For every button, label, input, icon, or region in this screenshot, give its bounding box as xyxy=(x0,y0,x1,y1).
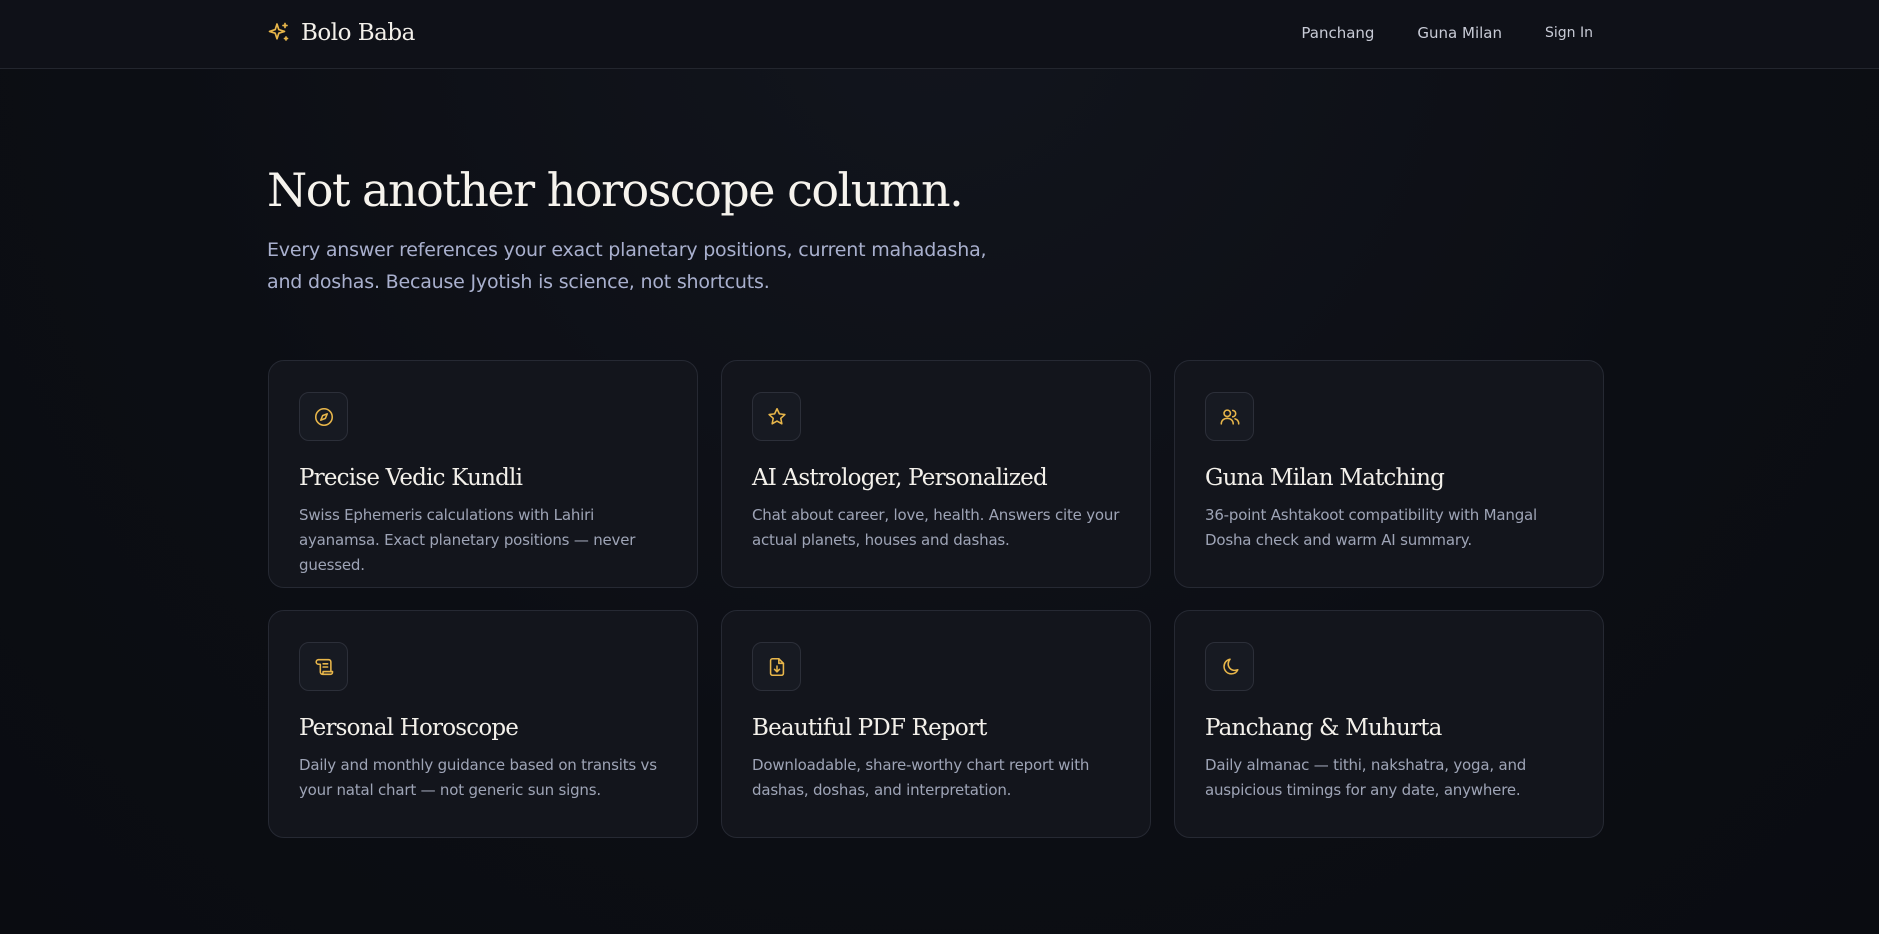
hero-subtitle: Every answer references your exact plane… xyxy=(267,239,987,293)
feature-title: Beautiful PDF Report xyxy=(752,715,987,741)
feature-description: Downloadable, share-worthy chart report … xyxy=(752,756,1090,799)
sign-in-link[interactable]: Sign In xyxy=(1545,25,1593,41)
hero-section: Not another horoscope column. Every answ… xyxy=(267,160,1067,298)
feature-card-kundli: Precise Vedic Kundli Swiss Ephemeris cal… xyxy=(268,360,698,588)
feature-icon-box xyxy=(752,642,801,691)
features-grid: Precise Vedic Kundli Swiss Ephemeris cal… xyxy=(268,360,1604,838)
feature-description: Chat about career, love, health. Answers… xyxy=(752,506,1120,549)
feature-title: Precise Vedic Kundli xyxy=(299,465,523,491)
users-icon xyxy=(1220,408,1239,425)
feature-icon-box xyxy=(752,392,801,441)
feature-icon-box xyxy=(299,642,348,691)
brand-name: Bolo Baba xyxy=(301,20,415,46)
star-icon xyxy=(767,407,786,425)
nav-guna-milan-link[interactable]: Guna Milan xyxy=(1417,24,1502,42)
moon-icon xyxy=(1222,657,1239,675)
feature-icon-box xyxy=(1205,392,1254,441)
file-download-icon xyxy=(769,657,784,676)
sparkles-icon xyxy=(267,21,291,45)
feature-title: Guna Milan Matching xyxy=(1205,465,1445,491)
feature-card-ai-astrologer: AI Astrologer, Personalized Chat about c… xyxy=(721,360,1151,588)
main-nav: Panchang Guna Milan Sign In xyxy=(1301,20,1593,46)
feature-description: Swiss Ephemeris calculations with Lahiri… xyxy=(299,506,636,574)
hero-title: Not another horoscope column. xyxy=(267,163,964,217)
feature-card-pdf-report: Beautiful PDF Report Downloadable, share… xyxy=(721,610,1151,838)
feature-title: AI Astrologer, Personalized xyxy=(752,465,1048,491)
feature-card-panchang: Panchang & Muhurta Daily almanac — tithi… xyxy=(1174,610,1604,838)
scroll-icon xyxy=(314,658,333,675)
nav-panchang-link[interactable]: Panchang xyxy=(1301,24,1374,42)
feature-title: Personal Horoscope xyxy=(299,715,519,741)
feature-description: 36-point Ashtakoot compatibility with Ma… xyxy=(1205,506,1537,549)
brand-logo[interactable]: Bolo Baba xyxy=(267,16,415,50)
feature-card-guna-milan: Guna Milan Matching 36-point Ashtakoot c… xyxy=(1174,360,1604,588)
feature-icon-box xyxy=(299,392,348,441)
feature-title: Panchang & Muhurta xyxy=(1205,715,1442,741)
feature-description: Daily and monthly guidance based on tran… xyxy=(299,756,657,799)
feature-icon-box xyxy=(1205,642,1254,691)
feature-card-horoscope: Personal Horoscope Daily and monthly gui… xyxy=(268,610,698,838)
feature-description: Daily almanac — tithi, nakshatra, yoga, … xyxy=(1205,756,1527,799)
top-navbar: Bolo Baba Panchang Guna Milan Sign In xyxy=(0,0,1879,69)
compass-icon xyxy=(314,407,333,426)
